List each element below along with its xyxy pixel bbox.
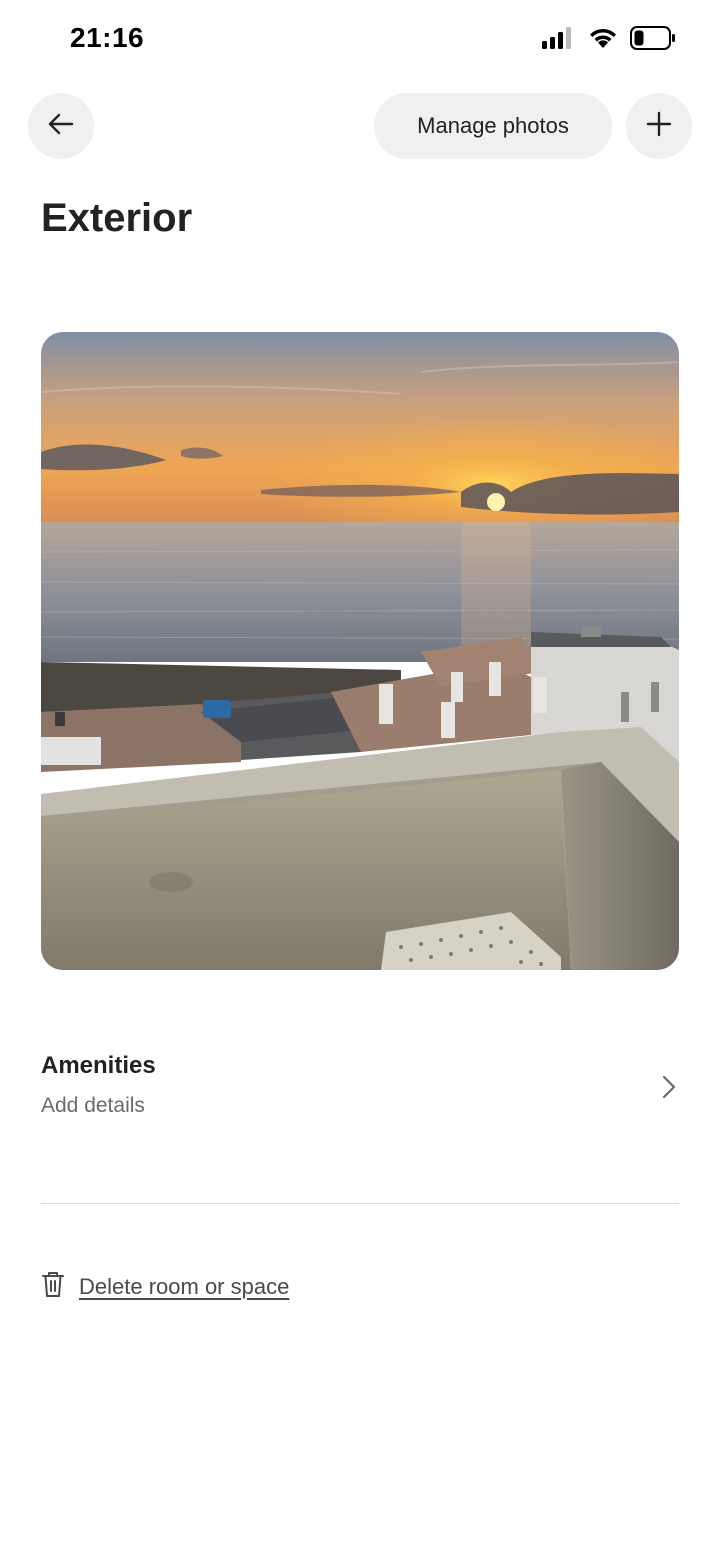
arrow-left-icon (47, 110, 75, 143)
status-bar: 21:16 (0, 0, 720, 80)
amenities-title: Amenities (41, 1052, 156, 1079)
plus-icon (646, 111, 672, 142)
amenities-row[interactable]: Amenities Add details (41, 1048, 679, 1130)
page-title: Exterior (41, 196, 193, 240)
status-time: 21:16 (70, 22, 145, 53)
back-button[interactable] (28, 93, 94, 159)
add-photo-button[interactable] (626, 93, 692, 159)
delete-room-label[interactable]: Delete room or space (79, 1274, 289, 1300)
amenities-subtitle: Add details (41, 1094, 145, 1117)
divider (41, 1203, 679, 1204)
manage-photos-button[interactable]: Manage photos (374, 93, 612, 159)
chevron-right-icon (661, 1074, 677, 1105)
photo-sunset-balcony (41, 332, 679, 970)
cellular-signal-icon (542, 27, 576, 54)
wifi-icon (588, 27, 618, 54)
room-photo[interactable] (41, 332, 679, 970)
delete-room-link[interactable]: Delete room or space (41, 1270, 289, 1303)
trash-icon (41, 1270, 65, 1303)
status-icons (542, 26, 676, 55)
battery-icon (630, 26, 676, 55)
